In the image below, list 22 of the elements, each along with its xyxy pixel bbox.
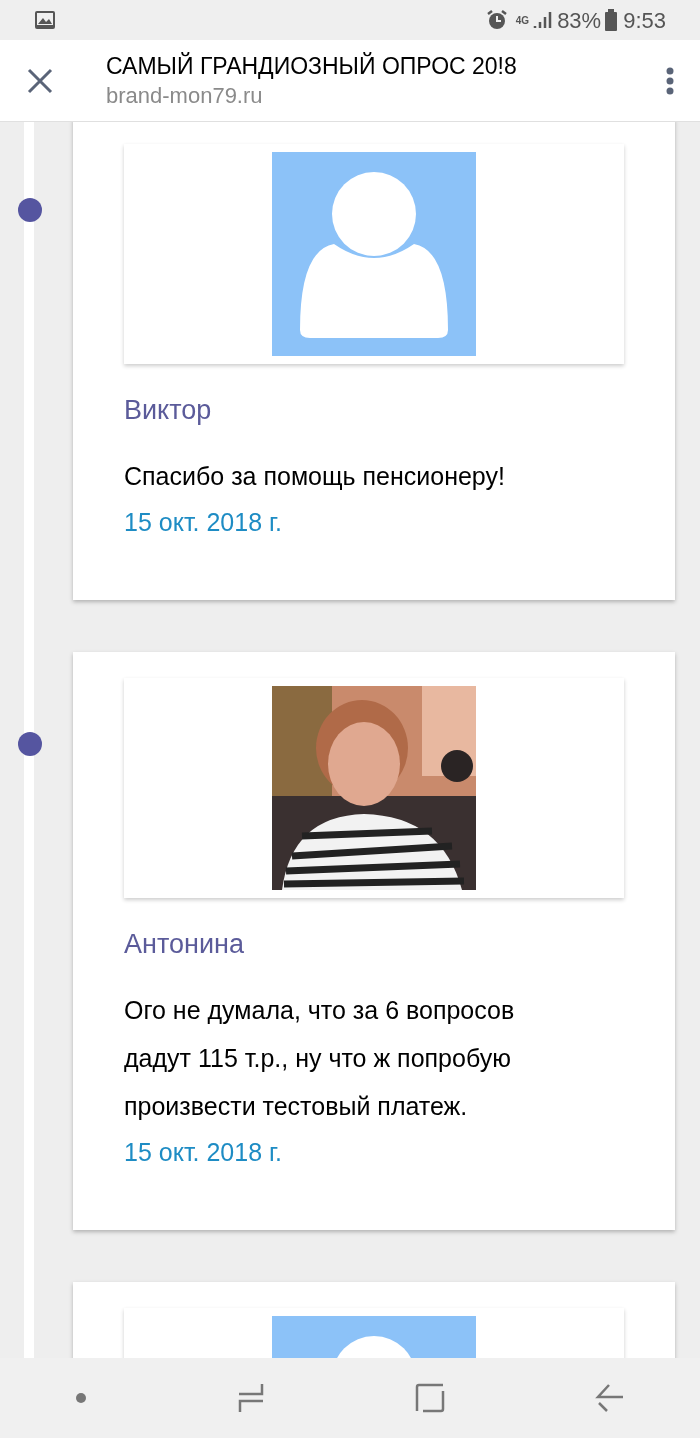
comment-date: 15 окт. 2018 г. xyxy=(124,1137,284,1168)
signal-icon xyxy=(533,10,554,30)
avatar-placeholder-icon xyxy=(272,152,476,356)
image-icon xyxy=(34,10,56,30)
back-icon[interactable] xyxy=(595,1383,625,1413)
comment-text: Спасибо за помощь пенсионеру! xyxy=(124,461,506,492)
recents-icon[interactable] xyxy=(237,1382,265,1414)
battery-icon xyxy=(605,9,618,31)
page-title: САМЫЙ ГРАНДИОЗНЫЙ ОПРОС 20!8 xyxy=(106,51,518,81)
dot-icon[interactable] xyxy=(75,1392,87,1404)
comment-text: Ого не думала, что за 6 вопросов дадут 115 т.р., ну что ж попробую произвести тестовый платеж. xyxy=(124,995,516,1122)
battery-percent: 83% xyxy=(557,6,602,35)
author-name: Виктор xyxy=(124,394,213,427)
clock-time: 9:53 xyxy=(623,6,666,35)
alarm-icon xyxy=(485,9,508,31)
home-icon[interactable] xyxy=(415,1383,445,1413)
more-icon xyxy=(666,66,674,95)
network-type: 4G xyxy=(515,13,530,28)
author-name: Антонина xyxy=(124,928,245,961)
comment-date: 15 окт. 2018 г. xyxy=(124,507,284,538)
close-icon xyxy=(27,67,53,94)
page-url: brand-mon79.ru xyxy=(106,81,264,110)
